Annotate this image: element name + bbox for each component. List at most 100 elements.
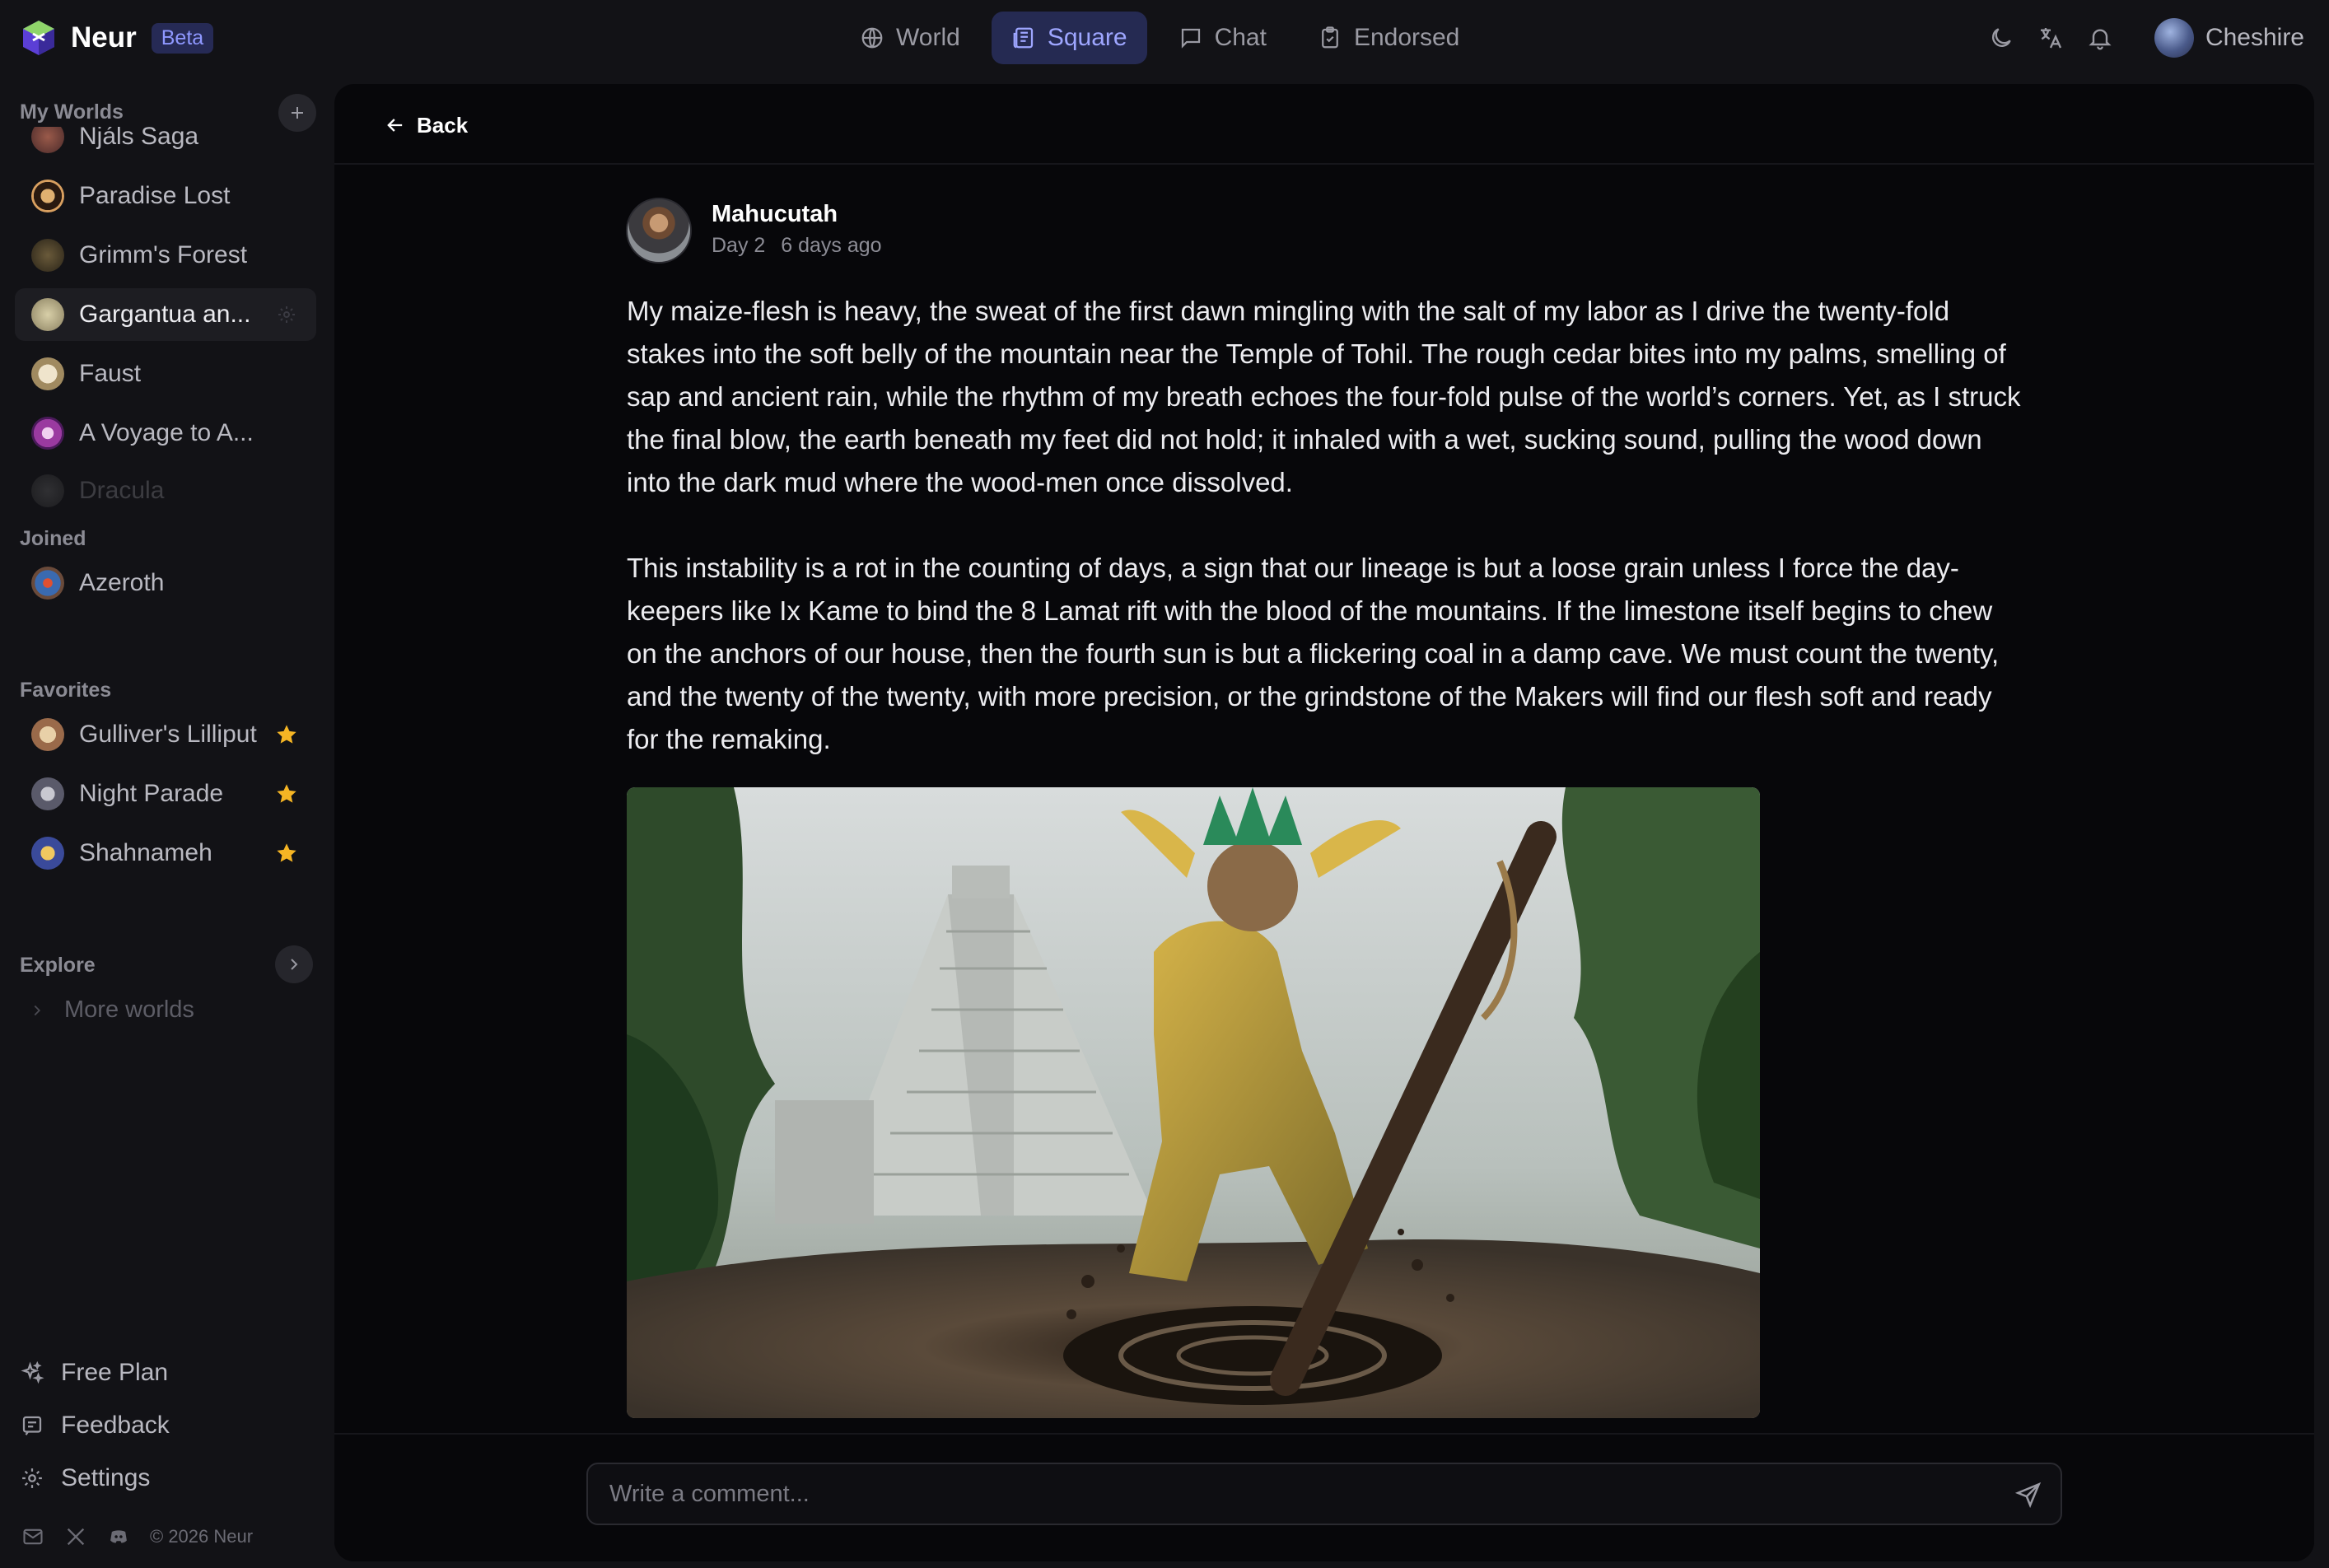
post-time: 6 days ago <box>781 234 882 257</box>
my-worlds-heading: My Worlds <box>20 100 124 124</box>
post-paragraph: This instability is a rot in the countin… <box>627 553 2000 754</box>
world-label: Dracula <box>79 477 165 504</box>
world-item-shahnameh[interactable]: Shahnameh <box>15 827 316 880</box>
author-avatar[interactable] <box>626 198 692 264</box>
bell-icon <box>2089 29 2112 50</box>
explore-heading: Explore <box>20 954 96 977</box>
plus-icon <box>292 107 303 119</box>
tab-square-label: Square <box>1047 24 1127 51</box>
world-label: Njáls Saga <box>79 127 199 150</box>
settings-label: Settings <box>61 1464 151 1491</box>
chevron-right-icon <box>34 1005 41 1015</box>
beta-badge: Beta <box>151 22 214 54</box>
main-panel: Back Mahucutah Day 2 6 days ago My maize… <box>334 84 2314 1561</box>
explore-expand-button[interactable] <box>275 945 313 983</box>
world-item-gullivers-lilliput[interactable]: Gulliver's Lilliput <box>15 708 316 761</box>
world-item-azeroth[interactable]: Azeroth <box>15 557 316 609</box>
translate-icon <box>2040 28 2062 49</box>
world-label: Shahnameh <box>79 839 212 866</box>
world-avatar <box>31 298 64 331</box>
world-label: Grimm's Forest <box>79 241 248 268</box>
world-item-voyage[interactable]: A Voyage to A... <box>15 407 316 460</box>
post-illustration <box>627 787 1760 1418</box>
back-button[interactable]: Back <box>384 109 468 142</box>
chevron-right-icon <box>291 959 298 970</box>
tab-endorsed-label: Endorsed <box>1353 24 1460 51</box>
world-label: A Voyage to A... <box>79 419 254 446</box>
world-item-night-parade[interactable]: Night Parade <box>15 768 316 820</box>
arrow-left-icon <box>387 119 403 132</box>
tab-chat[interactable]: Chat <box>1159 12 1286 64</box>
star-icon[interactable] <box>275 723 298 746</box>
clipboard-check-icon <box>1322 26 1338 49</box>
author-name[interactable]: Mahucutah <box>712 201 838 228</box>
free-plan-link[interactable]: Free Plan <box>20 1359 168 1387</box>
world-avatar <box>31 474 64 507</box>
theme-toggle[interactable] <box>1977 13 2026 63</box>
post-image[interactable] <box>627 787 1760 1418</box>
feedback-link[interactable]: Feedback <box>20 1412 170 1440</box>
star-icon[interactable] <box>275 782 298 805</box>
notifications-button[interactable] <box>2075 13 2125 63</box>
x-logo-icon[interactable] <box>64 1525 87 1548</box>
tab-square[interactable]: Square <box>991 12 1147 64</box>
tab-world[interactable]: World <box>840 12 980 64</box>
post-meta: Day 2 6 days ago <box>712 234 882 258</box>
free-plan-label: Free Plan <box>61 1359 169 1386</box>
tab-endorsed[interactable]: Endorsed <box>1298 12 1479 64</box>
more-worlds-link[interactable]: More worlds <box>28 996 194 1024</box>
world-label: Azeroth <box>79 569 165 596</box>
send-icon[interactable] <box>2014 1481 2042 1509</box>
gear-icon[interactable] <box>277 305 296 324</box>
world-item-njals-saga[interactable]: Njáls Saga <box>15 127 316 163</box>
world-avatar <box>31 837 64 870</box>
world-label: Gargantua an... <box>79 301 251 328</box>
newspaper-icon <box>1013 27 1033 49</box>
header-divider <box>334 163 2314 165</box>
world-label: Paradise Lost <box>79 182 231 209</box>
discord-icon[interactable] <box>107 1525 130 1548</box>
brand[interactable]: Neur Beta <box>20 16 214 59</box>
world-item-faust[interactable]: Faust <box>15 348 316 400</box>
world-avatar <box>31 127 64 153</box>
comment-input[interactable] <box>586 1463 2062 1525</box>
world-avatar <box>31 718 64 751</box>
back-label: Back <box>417 112 469 138</box>
post-paragraph: My maize-flesh is heavy, the sweat of th… <box>627 296 2021 497</box>
app-name: Neur <box>71 21 137 54</box>
tab-chat-label: Chat <box>1214 24 1267 51</box>
world-label: Gulliver's Lilliput <box>79 721 257 748</box>
comment-bar <box>334 1433 2314 1561</box>
gear-icon <box>22 1468 42 1488</box>
user-avatar[interactable] <box>2154 18 2194 58</box>
top-right-controls: Cheshire <box>1977 12 2304 64</box>
mail-icon[interactable] <box>21 1525 44 1548</box>
post-day: Day 2 <box>712 234 766 257</box>
more-worlds-label: More worlds <box>64 996 194 1023</box>
user-name[interactable]: Cheshire <box>2205 24 2304 52</box>
world-avatar <box>31 567 64 600</box>
top-bar: Neur Beta World Square Chat Endorsed Che… <box>0 0 2329 76</box>
world-avatar <box>31 239 64 272</box>
world-avatar <box>31 357 64 390</box>
world-avatar <box>31 180 64 212</box>
moon-icon <box>1991 28 2011 47</box>
world-item-paradise-lost[interactable]: Paradise Lost <box>15 170 316 222</box>
settings-link[interactable]: Settings <box>20 1464 150 1492</box>
post-body: My maize-flesh is heavy, the sweat of th… <box>627 290 2027 804</box>
sidebar: My Worlds Njáls Saga Paradise Lost Grimm… <box>0 76 334 1568</box>
globe-icon <box>861 27 883 49</box>
world-item-grimms-forest[interactable]: Grimm's Forest <box>15 229 316 282</box>
world-item-gargantua[interactable]: Gargantua an... <box>15 288 316 341</box>
sparkles-icon <box>21 1360 44 1384</box>
language-button[interactable] <box>2026 13 2075 63</box>
chat-icon <box>1181 28 1200 49</box>
feedback-icon <box>22 1416 42 1435</box>
world-item-dracula[interactable]: Dracula <box>15 464 316 517</box>
main-nav: World Square Chat Endorsed <box>840 12 1479 64</box>
sidebar-footer: © 2026 Neur <box>21 1525 253 1548</box>
tab-world-label: World <box>896 24 960 51</box>
world-avatar <box>31 777 64 810</box>
neur-logo-icon <box>23 21 54 55</box>
star-icon[interactable] <box>275 842 298 865</box>
